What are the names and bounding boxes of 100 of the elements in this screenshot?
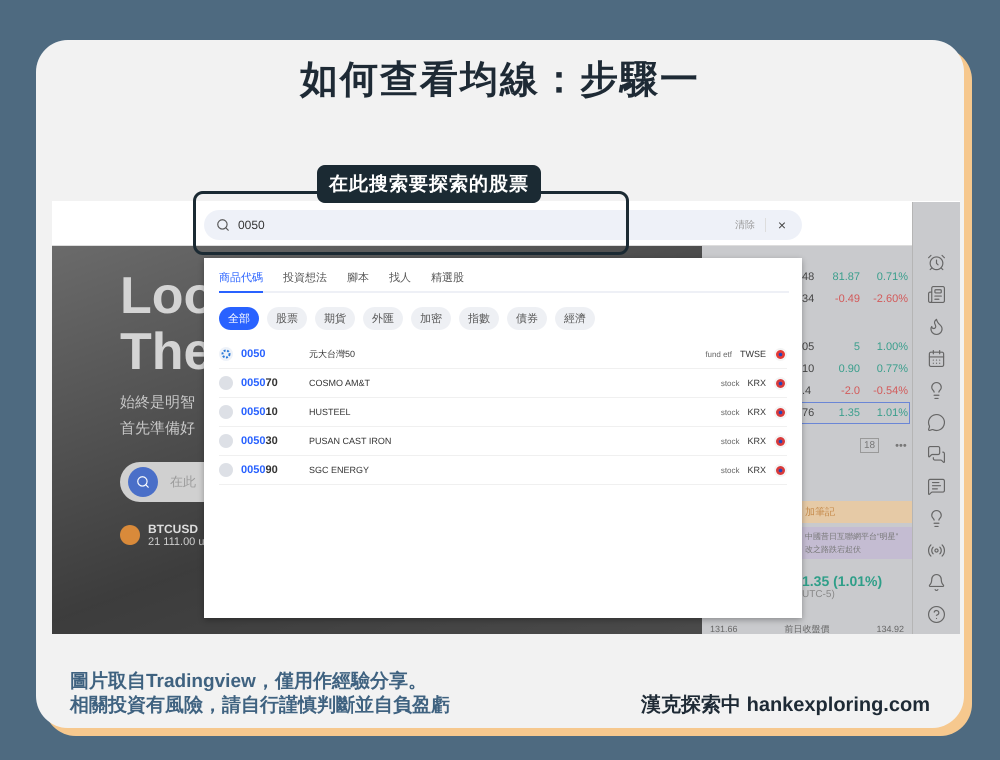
watchlist-row[interactable]: 05 5 1.00% — [801, 336, 910, 358]
search-value: 0050 — [238, 218, 266, 232]
search-icon — [216, 218, 230, 232]
percent-change: 0.77% — [876, 363, 908, 375]
last-price: .4 — [802, 385, 812, 397]
filter-chip[interactable]: 經濟 — [555, 307, 595, 330]
placeholder-icon — [219, 463, 233, 477]
result-exchange: KRX — [747, 378, 766, 388]
filter-chip[interactable]: 全部 — [219, 307, 259, 330]
result-row[interactable]: 005090 SGC ENERGY stock KRX — [219, 456, 787, 485]
close-button[interactable]: × — [774, 217, 790, 233]
watchlist-row[interactable]: 34 -0.49 -2.60% — [801, 288, 910, 310]
last-price: 76 — [802, 407, 816, 419]
placeholder-icon — [219, 405, 233, 419]
percent-change: 1.01% — [876, 407, 908, 419]
flag-icon — [774, 348, 787, 360]
price-change: 1.35 — [838, 407, 860, 419]
disclaimer-text: 圖片取自Tradingview，僅用作經驗分享。 — [70, 670, 428, 694]
search-button[interactable] — [128, 467, 158, 497]
flag-icon — [774, 406, 787, 418]
stat-text: 134.92 — [876, 624, 904, 634]
result-row[interactable]: 005030 PUSAN CAST IRON stock KRX — [219, 427, 787, 456]
filter-chip[interactable]: 股票 — [267, 307, 307, 330]
filter-chip[interactable]: 指數 — [459, 307, 499, 330]
filter-chip[interactable]: 債券 — [507, 307, 547, 330]
result-name: PUSAN CAST IRON — [309, 436, 392, 446]
count-badge: 18 — [860, 438, 880, 453]
category-tab[interactable]: 商品代碼 — [219, 270, 263, 293]
result-symbol: 005030 — [241, 435, 279, 447]
result-row[interactable]: 005070 COSMO AM&T stock KRX — [219, 369, 787, 398]
placeholder-icon — [219, 376, 233, 390]
coin-icon — [120, 525, 140, 545]
last-price: 34 — [802, 293, 816, 305]
stat-text: 131.66 — [710, 624, 738, 634]
callout-label: 在此搜索要探索的股票 — [317, 165, 541, 203]
filter-chip[interactable]: 加密 — [411, 307, 451, 330]
result-name: 元大台灣50 — [309, 348, 356, 360]
result-exchange: TWSE — [740, 349, 766, 359]
result-symbol: 0050 — [241, 348, 266, 360]
price-change: -0.49 — [834, 293, 860, 305]
quote-change: 1.35 (1.01%) — [802, 573, 884, 589]
category-tab[interactable]: 找人 — [389, 270, 411, 293]
result-type: stock — [720, 436, 740, 446]
result-row[interactable]: 005010 HUSTEEL stock KRX — [219, 398, 787, 427]
percent-change: -0.54% — [872, 385, 908, 397]
result-symbol: 005070 — [241, 377, 279, 389]
chat-bubble-icon[interactable] — [927, 413, 946, 432]
filter-chip[interactable]: 期貨 — [315, 307, 355, 330]
watchlist-row[interactable]: 10 0.90 0.77% — [801, 358, 910, 380]
percent-change: 1.00% — [876, 341, 908, 353]
result-type: stock — [720, 408, 740, 416]
hero-text: 首先準備好 — [120, 419, 195, 439]
last-price: 10 — [802, 363, 816, 375]
stat-text: 前日收盤價 — [784, 624, 830, 634]
calendar-icon[interactable] — [927, 349, 946, 368]
percent-change: 0.71% — [876, 271, 908, 283]
result-exchange: KRX — [747, 465, 766, 475]
ticker-price: 21 111.00 u — [148, 536, 204, 548]
hero-text: 始終是明智 — [120, 393, 195, 413]
result-exchange: KRX — [747, 436, 766, 446]
result-type: stock — [720, 466, 740, 474]
result-symbol: 005010 — [241, 406, 279, 418]
alarm-clock-icon[interactable] — [927, 253, 946, 272]
flag-icon — [774, 434, 787, 448]
price-change: 5 — [852, 341, 860, 353]
search-field[interactable]: 0050 清除 × — [204, 210, 802, 240]
filter-chip[interactable]: 外匯 — [363, 307, 403, 330]
category-tab[interactable]: 精選股 — [431, 270, 464, 293]
help-icon[interactable] — [927, 605, 946, 624]
result-row[interactable]: 0050 元大台灣50 fund etf TWSE — [219, 340, 787, 369]
result-type: fund etf — [705, 350, 732, 358]
watchlist-row[interactable]: 76 1.35 1.01% — [801, 402, 910, 424]
price-change: 81.87 — [831, 271, 860, 283]
message-icon[interactable] — [927, 477, 946, 496]
flag-icon — [774, 376, 787, 390]
disclaimer-text: 相關投資有風險，請自行謹慎判斷並自負盈虧 — [70, 694, 450, 718]
last-price: 05 — [802, 341, 816, 353]
placeholder-icon — [219, 434, 233, 448]
result-exchange: KRX — [747, 407, 766, 417]
result-name: HUSTEEL — [309, 407, 352, 417]
result-name: COSMO AM&T — [309, 378, 372, 388]
result-symbol: 005090 — [241, 464, 279, 476]
logo-icon — [219, 347, 233, 361]
category-tab[interactable]: 腳本 — [347, 270, 369, 293]
result-name: SGC ENERGY — [309, 465, 370, 475]
slide-title: 如何查看均線：步驟一 — [300, 58, 700, 103]
price-change: 0.90 — [838, 363, 860, 375]
flag-icon — [774, 464, 787, 476]
watchlist-row[interactable]: .4 -2.0 -0.54% — [801, 380, 910, 402]
ticker-symbol: BTCUSD — [148, 522, 199, 536]
bell-icon[interactable] — [927, 573, 946, 592]
search-icon — [136, 475, 150, 489]
price-change: -2.0 — [840, 385, 860, 397]
percent-change: -2.60% — [872, 293, 908, 305]
timezone-text: UTC-5) — [802, 589, 836, 600]
watchlist-row[interactable]: 48 81.87 0.71% — [801, 266, 910, 288]
category-tab[interactable]: 投資想法 — [283, 270, 327, 293]
newspaper-icon[interactable] — [927, 285, 946, 304]
chats-icon[interactable] — [927, 445, 946, 464]
result-type: stock — [720, 378, 740, 388]
